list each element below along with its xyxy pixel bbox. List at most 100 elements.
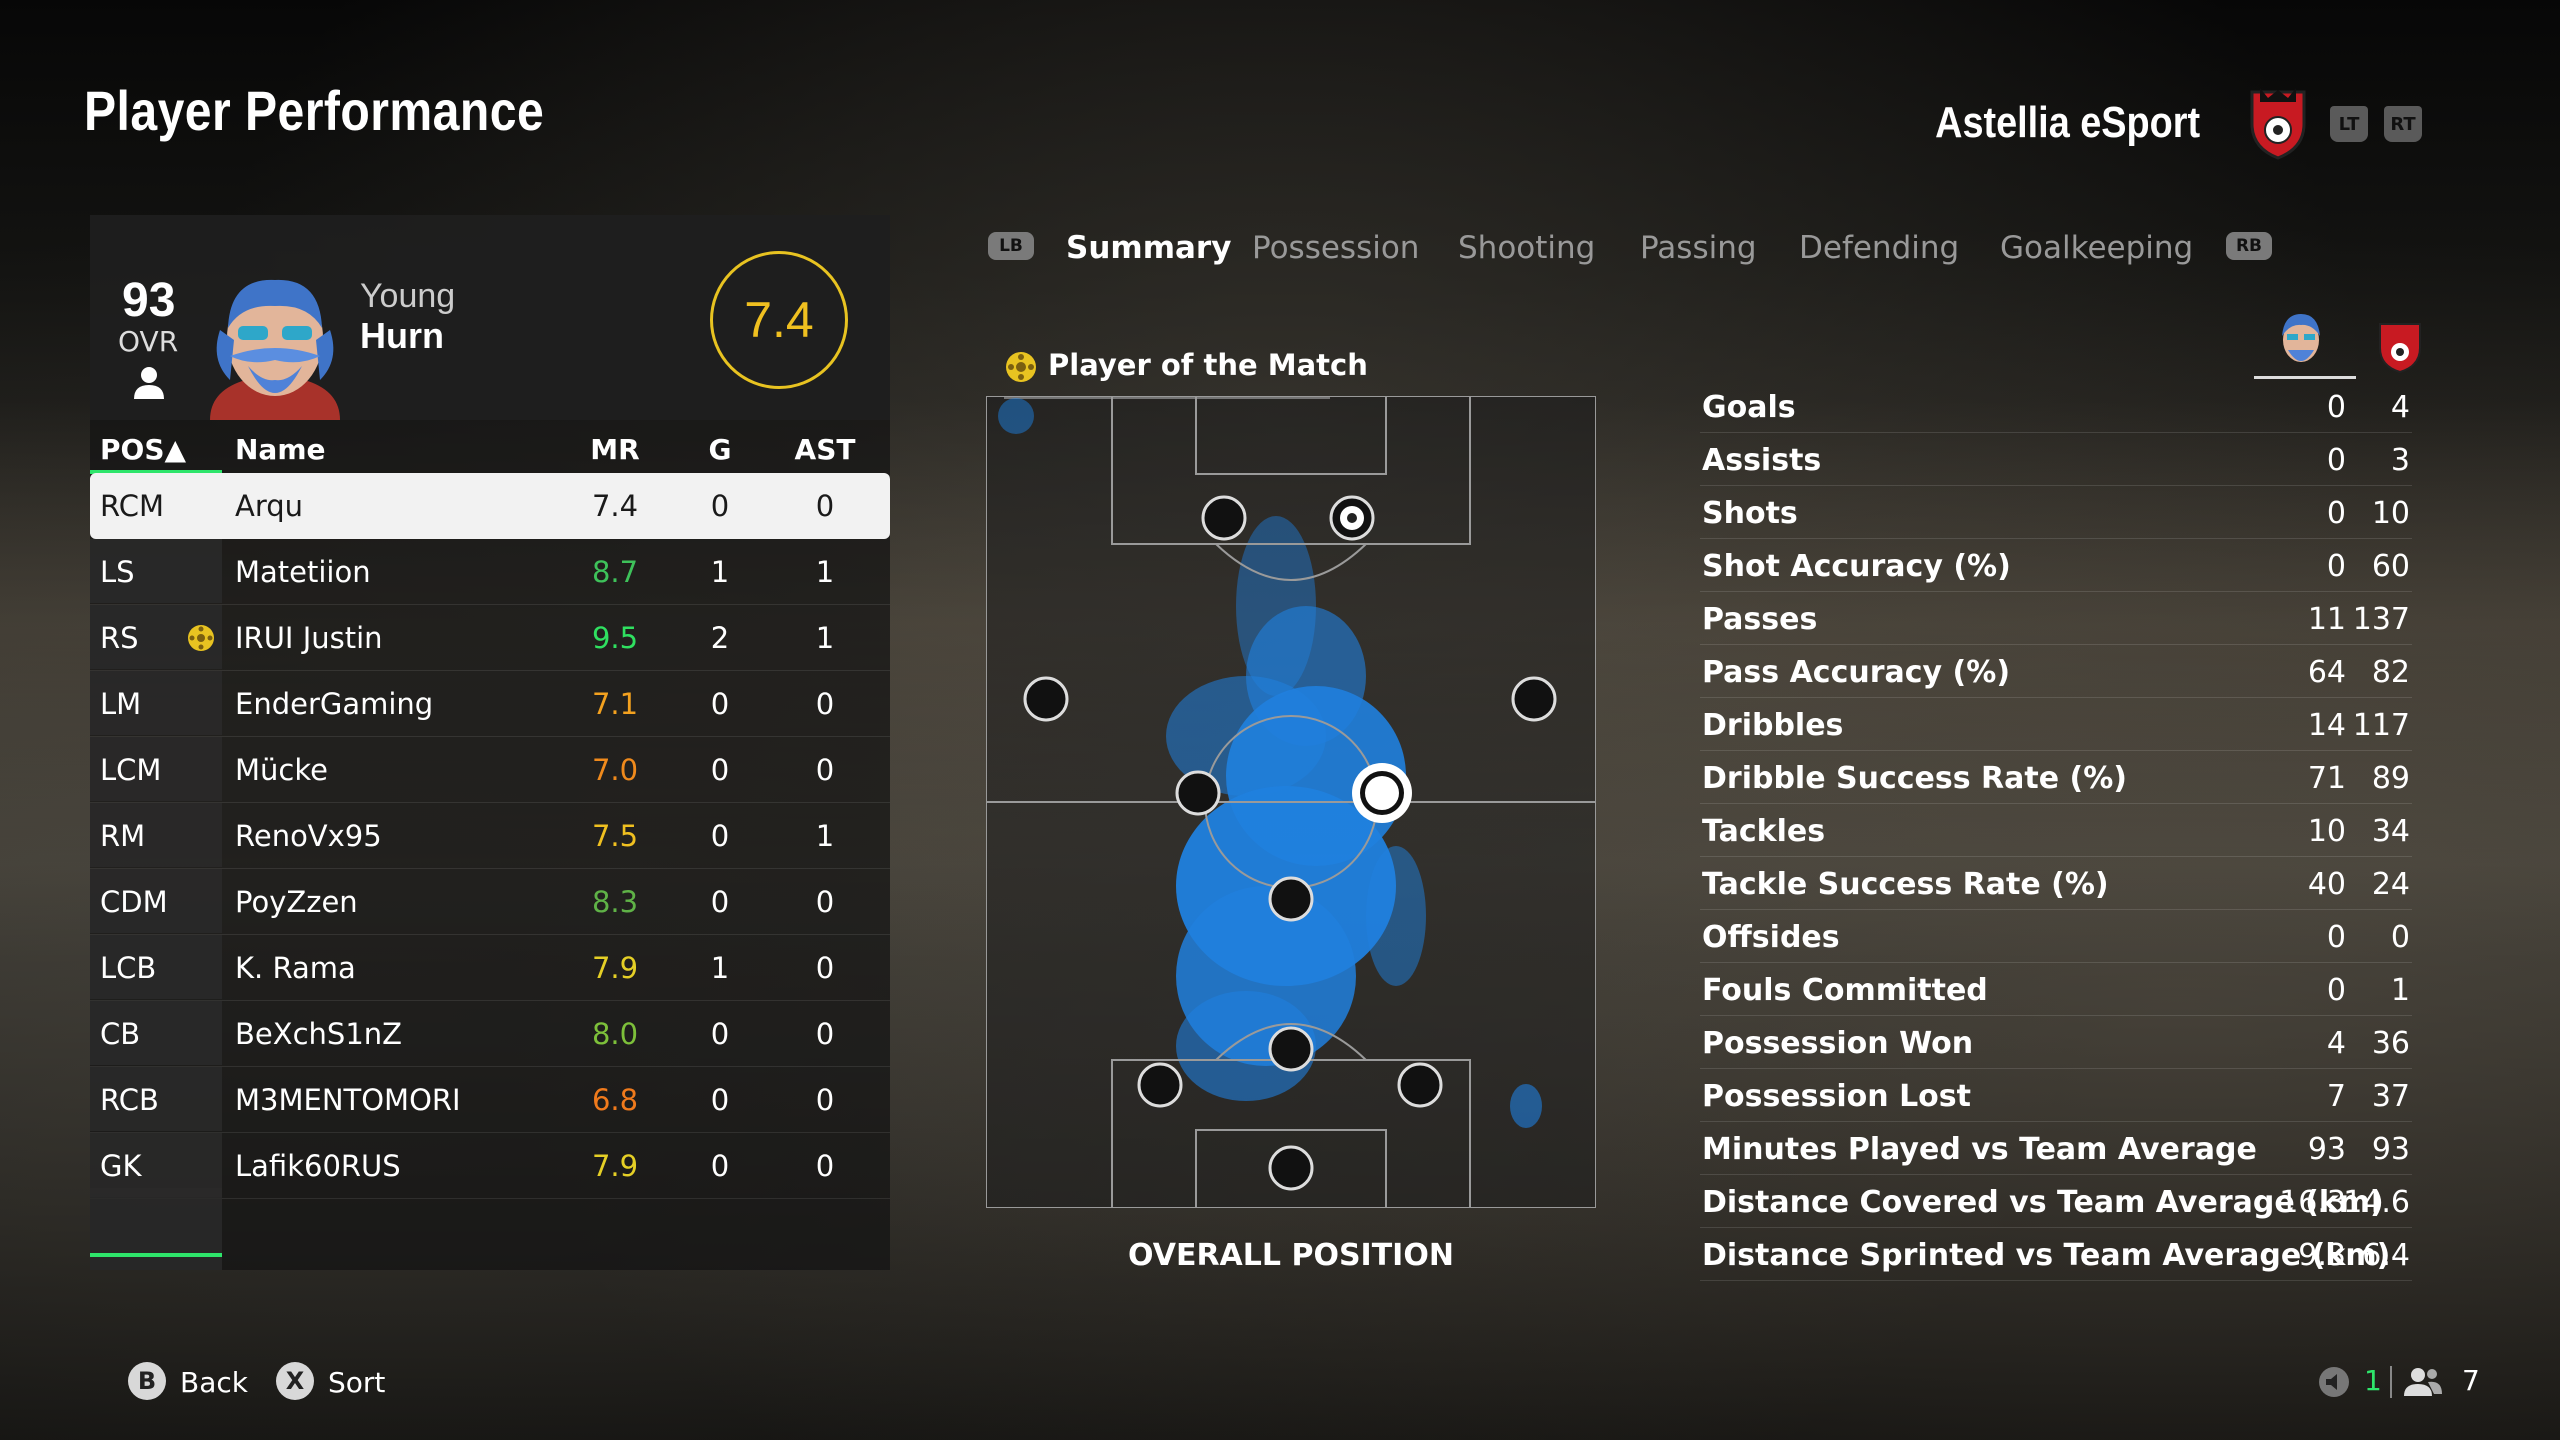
match-rating-badge: 7.4 bbox=[710, 251, 848, 389]
column-header-name[interactable]: Name bbox=[235, 425, 326, 475]
table-row[interactable]: CB BeXchS1nZ 8.0 0 0 bbox=[90, 1001, 890, 1067]
player-assists: 0 bbox=[815, 1083, 835, 1117]
player-name: PoyZzen bbox=[235, 885, 358, 919]
pos-column-bottom-bar bbox=[90, 1253, 222, 1257]
stat-row: Shots 0 10 bbox=[1700, 486, 2412, 539]
ovr-label: OVR bbox=[118, 325, 179, 358]
player-position: LCB bbox=[100, 951, 157, 985]
stat-row: Distance Covered vs Team Average (km) 16.… bbox=[1700, 1175, 2412, 1228]
player-position: RCB bbox=[100, 1083, 159, 1117]
x-button-icon[interactable]: X bbox=[276, 1362, 314, 1400]
player-match-rating: 8.7 bbox=[591, 555, 639, 589]
stat-row: Distance Sprinted vs Team Average (km) 9.… bbox=[1700, 1228, 2412, 1281]
stat-label: Dribble Success Rate (%) bbox=[1702, 761, 2127, 796]
player-goals: 0 bbox=[710, 819, 730, 853]
stat-label: Distance Sprinted vs Team Average (km) bbox=[1702, 1238, 2391, 1273]
table-row[interactable]: RCM Arqu 7.4 0 0 bbox=[90, 473, 890, 539]
stat-team-value: 0 bbox=[2390, 920, 2410, 955]
stat-row: Pass Accuracy (%) 64 82 bbox=[1700, 645, 2412, 698]
stat-team-value: 36 bbox=[2371, 1026, 2410, 1061]
player-of-the-match-icon bbox=[188, 625, 214, 651]
player-assists: 0 bbox=[815, 489, 835, 523]
player-position: CB bbox=[100, 1017, 141, 1051]
speaker-icon bbox=[2319, 1367, 2349, 1397]
stat-player-value: 64 bbox=[2307, 655, 2346, 690]
stat-label: Passes bbox=[1702, 602, 1818, 637]
stat-team-value: 82 bbox=[2371, 655, 2410, 690]
player-avatar-small bbox=[2282, 314, 2320, 362]
stat-label: Offsides bbox=[1702, 920, 1840, 955]
player-table: RCM Arqu 7.4 0 0 LS Matetiion 8.7 1 1 RS IRUI Justi… bbox=[90, 473, 890, 1199]
player-position: LS bbox=[100, 555, 135, 589]
pos-column-filler bbox=[90, 1188, 222, 1270]
column-header-ast[interactable]: AST bbox=[790, 425, 860, 475]
player-avatar bbox=[210, 279, 340, 420]
player-name: RenoVx95 bbox=[235, 819, 382, 853]
player-match-rating: 8.3 bbox=[591, 885, 639, 919]
page-title: Player Performance bbox=[84, 79, 545, 142]
player-assists: 0 bbox=[815, 1149, 835, 1183]
stat-label: Possession Won bbox=[1702, 1026, 1974, 1061]
player-assists: 0 bbox=[815, 753, 835, 787]
lt-button[interactable]: LT bbox=[2330, 106, 2368, 142]
table-row[interactable]: LCM Mücke 7.0 0 0 bbox=[90, 737, 890, 803]
stat-team-value: 89 bbox=[2371, 761, 2410, 796]
table-row[interactable]: LS Matetiion 8.7 1 1 bbox=[90, 539, 890, 605]
stat-row: Possession Won 4 36 bbox=[1700, 1016, 2412, 1069]
table-row[interactable]: RM RenoVx95 7.5 0 1 bbox=[90, 803, 890, 869]
stat-player-value: 4 bbox=[2326, 1026, 2346, 1061]
column-header-mr[interactable]: MR bbox=[570, 425, 660, 475]
b-button-icon[interactable]: B bbox=[128, 1362, 166, 1400]
player-goals: 0 bbox=[710, 687, 730, 721]
tab-goalkeeping[interactable]: Goalkeeping bbox=[2000, 230, 2193, 266]
tab-passing[interactable]: Passing bbox=[1640, 230, 1757, 266]
team-name: Astellia eSport bbox=[1935, 98, 2200, 147]
player-last-name: Hurn bbox=[360, 315, 444, 356]
column-header-pos[interactable]: POS▲ bbox=[100, 425, 186, 475]
table-row[interactable]: RCB M3MENTOMORI 6.8 0 0 bbox=[90, 1067, 890, 1133]
table-row[interactable]: RS IRUI Justin 9.5 2 1 bbox=[90, 605, 890, 671]
stat-team-value: 60 bbox=[2371, 549, 2410, 584]
player-name: Matetiion bbox=[235, 555, 371, 589]
player-goals: 1 bbox=[710, 951, 730, 985]
player-goals: 0 bbox=[710, 1149, 730, 1183]
tab-possession[interactable]: Possession bbox=[1252, 230, 1419, 266]
stat-row: Minutes Played vs Team Average 93 93 bbox=[1700, 1122, 2412, 1175]
stat-team-value: 24 bbox=[2371, 867, 2410, 902]
stat-row: Goals 0 4 bbox=[1700, 380, 2412, 433]
column-header-g[interactable]: G bbox=[690, 425, 750, 475]
position-heatmap bbox=[986, 396, 1596, 1208]
tab-defending[interactable]: Defending bbox=[1799, 230, 1959, 266]
stat-label: Pass Accuracy (%) bbox=[1702, 655, 2011, 690]
stat-team-value: 14.6 bbox=[2343, 1185, 2410, 1220]
stat-row: Passes 11 137 bbox=[1700, 592, 2412, 645]
table-row[interactable]: CDM PoyZzen 8.3 0 0 bbox=[90, 869, 890, 935]
player-name: EnderGaming bbox=[235, 687, 434, 721]
tab-summary[interactable]: Summary bbox=[1066, 230, 1231, 266]
lb-button[interactable]: LB bbox=[988, 232, 1034, 260]
stat-player-value: 11 bbox=[2307, 602, 2346, 637]
table-row[interactable]: LM EnderGaming 7.1 0 0 bbox=[90, 671, 890, 737]
sort-label[interactable]: Sort bbox=[328, 1366, 385, 1399]
stat-label: Shots bbox=[1702, 496, 1798, 531]
tab-shooting[interactable]: Shooting bbox=[1458, 230, 1595, 266]
stat-player-value: 71 bbox=[2307, 761, 2346, 796]
rt-button[interactable]: RT bbox=[2384, 106, 2422, 142]
team-crest-small-icon bbox=[2379, 323, 2421, 374]
back-label[interactable]: Back bbox=[180, 1366, 248, 1399]
stat-player-value: 16.3 bbox=[2279, 1185, 2346, 1220]
stat-row: Dribble Success Rate (%) 71 89 bbox=[1700, 751, 2412, 804]
player-position: RS bbox=[100, 621, 139, 655]
ovr-value: 93 bbox=[122, 274, 176, 327]
rb-button[interactable]: RB bbox=[2226, 232, 2272, 260]
sound-count: 1 bbox=[2364, 1364, 2382, 1397]
stats-list: Goals 0 4 Assists 0 3 Shots 0 10 Shot Accuracy (%… bbox=[1700, 380, 2412, 1281]
player-match-rating: 7.0 bbox=[591, 753, 639, 787]
stats-column-underline bbox=[2254, 376, 2356, 379]
stat-label: Tackle Success Rate (%) bbox=[1702, 867, 2109, 902]
stat-player-value: 93 bbox=[2307, 1132, 2346, 1167]
player-name: K. Rama bbox=[235, 951, 356, 985]
footer-divider bbox=[2390, 1366, 2392, 1398]
table-row[interactable]: LCB K. Rama 7.9 1 0 bbox=[90, 935, 890, 1001]
player-assists: 1 bbox=[815, 621, 835, 655]
